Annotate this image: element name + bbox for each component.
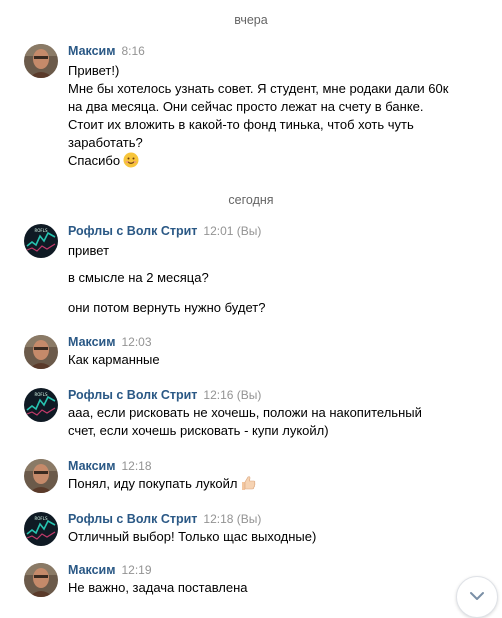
message-time: 12:18 (Вы) xyxy=(203,512,262,526)
message-text: Не важно, задача поставлена xyxy=(68,580,248,595)
message-time: 12:18 xyxy=(121,459,152,473)
message-text: они потом вернуть нужно будет? xyxy=(68,300,266,315)
message-text: ааа, если рисковать не хочешь, положи на… xyxy=(68,405,422,420)
message-line: Понял, иду покупать лукойл xyxy=(68,475,256,496)
author-name[interactable]: Максим xyxy=(68,44,116,58)
message-line: Спасибо xyxy=(68,152,139,173)
message-text: Отличный выбор! Только щас выходные) xyxy=(68,529,317,544)
message-text: на два месяца. Они сейчас просто лежат н… xyxy=(68,99,424,114)
scroll-down-button[interactable] xyxy=(456,576,498,618)
message-text: заработать? xyxy=(68,135,143,150)
message-text: Мне бы хотелось узнать совет. Я студент,… xyxy=(68,81,449,96)
author-name[interactable]: Рофлы с Волк Стрит xyxy=(68,388,197,402)
message-time: 12:03 xyxy=(121,335,152,349)
chevron-down-icon xyxy=(470,592,484,600)
message-time: 12:19 xyxy=(121,563,152,577)
message-text: привет xyxy=(68,243,110,258)
avatar-maxim[interactable] xyxy=(24,335,58,369)
message-text: Понял, иду покупать лукойл xyxy=(68,476,238,491)
author-name[interactable]: Максим xyxy=(68,459,116,473)
author-name[interactable]: Рофлы с Волк Стрит xyxy=(68,512,197,526)
author-name[interactable]: Максим xyxy=(68,335,116,349)
message-text: счет, если хочешь рисковать - купи лукой… xyxy=(68,423,329,438)
date-divider-yesterday: вчера xyxy=(234,13,268,27)
author-name[interactable]: Рофлы с Волк Стрит xyxy=(68,224,197,238)
smile-emoji-icon xyxy=(123,152,139,173)
avatar-rofly[interactable] xyxy=(24,512,58,546)
message-time: 12:01 (Вы) xyxy=(203,224,262,238)
avatar-maxim[interactable] xyxy=(24,459,58,493)
author-name[interactable]: Максим xyxy=(68,563,116,577)
message-text: Как карманные xyxy=(68,352,160,367)
message-text: Стоит их вложить в какой-то фонд тинька,… xyxy=(68,117,414,132)
date-divider-today: сегодня xyxy=(228,193,274,207)
message-text: Привет!) xyxy=(68,63,120,78)
avatar-rofly[interactable] xyxy=(24,224,58,258)
thumbs-up-emoji-icon xyxy=(240,475,256,496)
avatar-maxim[interactable] xyxy=(24,44,58,78)
message-time: 8:16 xyxy=(121,44,145,58)
message-time: 12:16 (Вы) xyxy=(203,388,262,402)
avatar-maxim[interactable] xyxy=(24,563,58,597)
message-text: Спасибо xyxy=(68,153,121,168)
message-text: в смысле на 2 месяца? xyxy=(68,270,209,285)
avatar-rofly[interactable] xyxy=(24,388,58,422)
